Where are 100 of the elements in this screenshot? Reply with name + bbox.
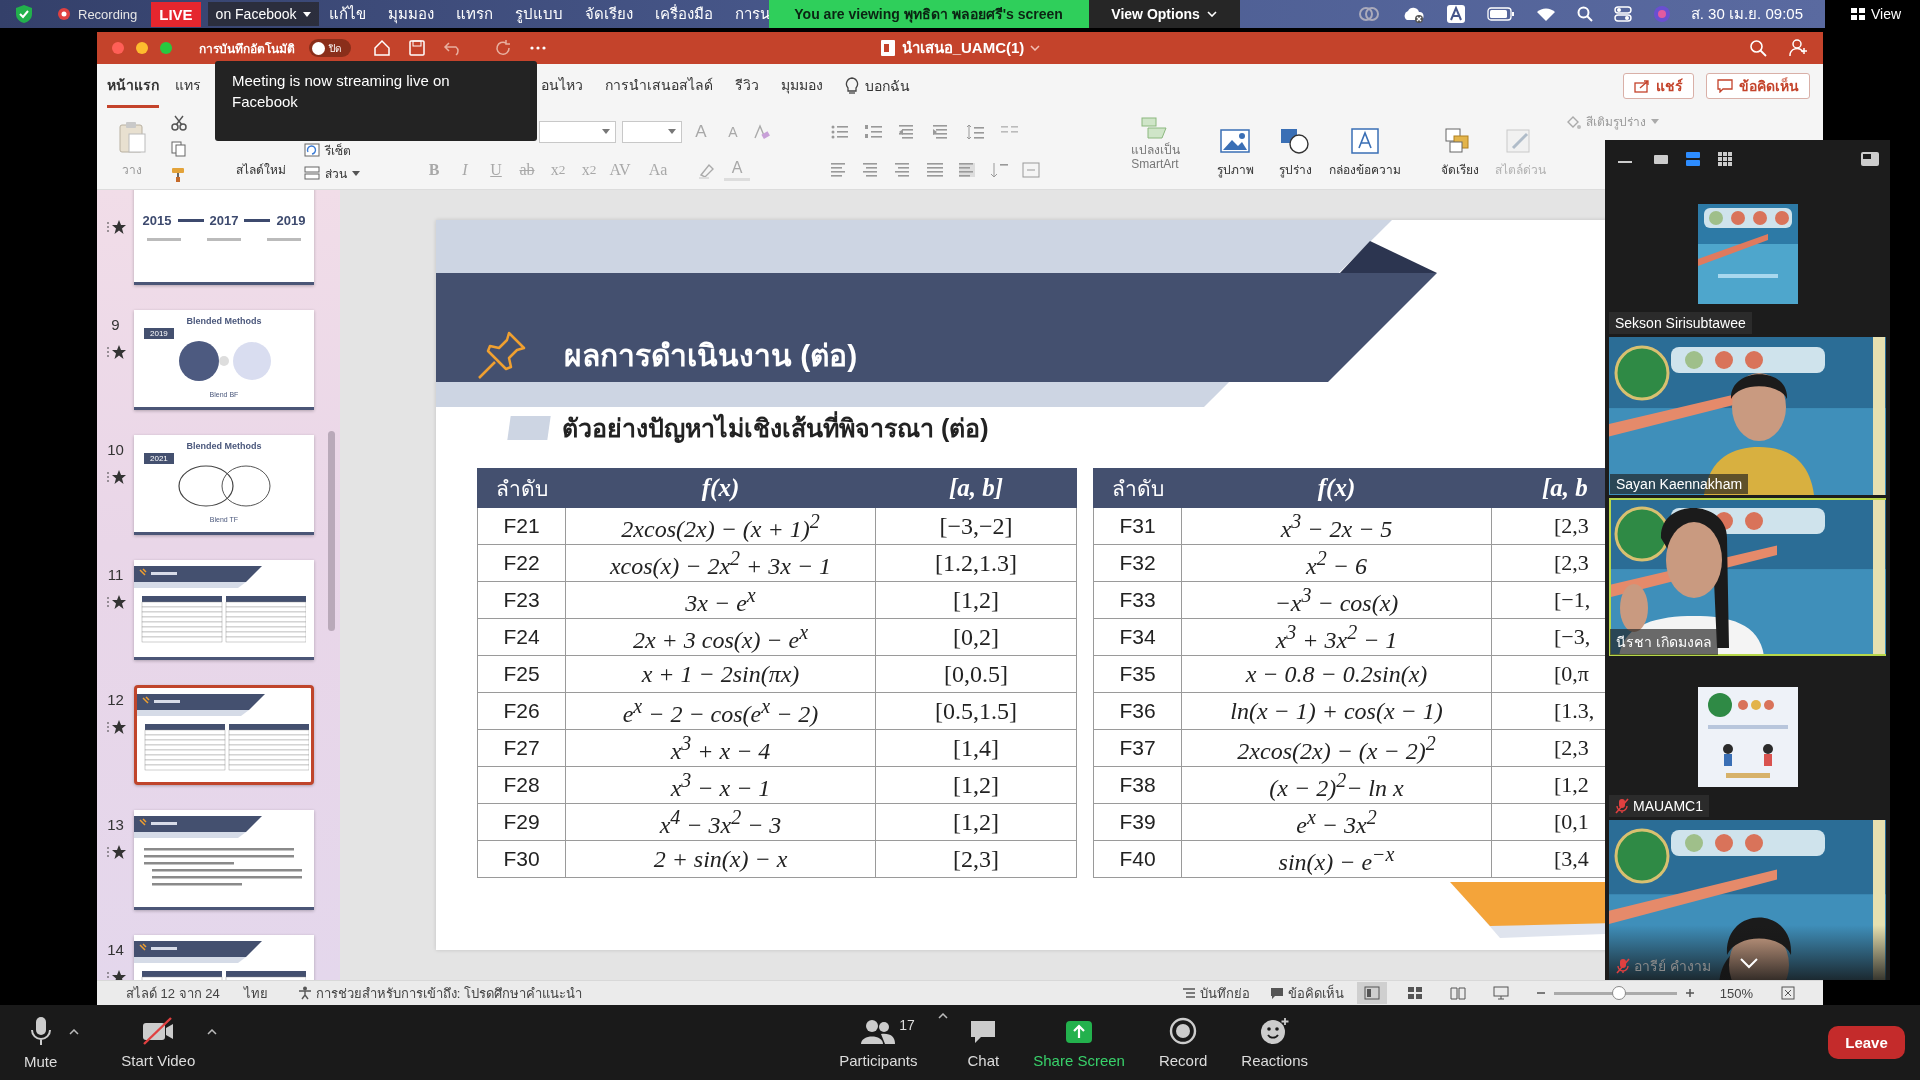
menu-item[interactable]: มุมมอง (387, 2, 434, 26)
share-button[interactable]: แชร์ (1623, 73, 1694, 99)
tell-me-field[interactable]: บอกฉัน (845, 75, 910, 97)
toolbar-button[interactable]: Reactions (1241, 1016, 1308, 1069)
table-cell: (x − 2)$^{2}$− ln x (1181, 766, 1492, 804)
zoom-level[interactable]: 150% (1719, 985, 1753, 1001)
view-options-button[interactable]: View Options (1088, 0, 1240, 28)
document-title[interactable]: นำเสนอ_UAMC(1) (873, 35, 1047, 61)
comments-button[interactable]: ข้อคิดเห็น (1269, 982, 1344, 1004)
camera-off-icon (141, 1016, 176, 1045)
wifi-icon[interactable] (1535, 6, 1556, 22)
column-header: ลำดับ (477, 468, 566, 508)
participant-name: นีรชา เกิดมงคล (1616, 634, 1712, 650)
toolbar-button[interactable]: Share Screen (1033, 1018, 1125, 1069)
battery-icon[interactable] (1486, 7, 1515, 21)
leave-button[interactable]: Leave (1828, 1026, 1905, 1059)
toolbar-button[interactable]: Record (1158, 1016, 1208, 1069)
ribbon-tab[interactable]: การนำเสนอสไลด์ (605, 64, 713, 108)
view-button[interactable] (1356, 982, 1387, 1004)
year-tag: 2019 (144, 328, 174, 339)
table-cell: ln(x − 1) + cos(x − 1) (1181, 692, 1492, 730)
letter-a-icon[interactable] (1445, 4, 1466, 24)
view-button[interactable]: View (1845, 0, 1908, 28)
caret-up-icon[interactable] (69, 1028, 80, 1035)
zoom-button[interactable] (160, 42, 172, 54)
menu-item[interactable]: การน (734, 2, 770, 26)
slide-thumbnail[interactable] (134, 685, 314, 785)
justify-icon[interactable] (926, 160, 946, 179)
copy-icon[interactable] (171, 140, 187, 157)
fit-to-window-icon[interactable] (1781, 986, 1795, 1000)
toolbar-button[interactable]: Chat (967, 1018, 1000, 1069)
caret-up-icon[interactable] (937, 1012, 948, 1019)
scrollbar[interactable] (328, 431, 335, 631)
menu-item[interactable]: จัดเรียง (584, 2, 633, 26)
ribbon-tab[interactable]: อนไหว (541, 64, 583, 108)
share-icon (1634, 79, 1650, 93)
chevron-down-icon[interactable] (1739, 957, 1759, 969)
toolbar-button[interactable]: Start Video (121, 1016, 196, 1069)
table-cell: F22 (477, 544, 566, 582)
autosave-toggle[interactable]: ปิด (309, 39, 351, 57)
window-icon[interactable] (1860, 151, 1880, 167)
overlapping-circles-icon[interactable] (1357, 6, 1380, 22)
redo-icon[interactable] (494, 39, 512, 57)
animation-star-icon (105, 844, 126, 860)
scissors-icon[interactable] (171, 114, 187, 131)
table-cell: x$^{3}$ − x − 1 (565, 766, 876, 804)
slide-thumbnail[interactable] (134, 560, 314, 660)
text-direction-icon[interactable] (990, 160, 1010, 179)
paintbrush-icon[interactable] (171, 166, 187, 183)
zoom-in-icon[interactable] (1684, 988, 1695, 998)
ribbon-tab[interactable]: แทร (175, 64, 201, 108)
toolbar-button[interactable]: Mute (24, 1015, 58, 1070)
column-header: [a, b (1491, 468, 1605, 508)
accessibility-status[interactable]: การช่วยสำหรับการเข้าถึง: โปรดศึกษาคำแนะนำ (315, 982, 582, 1004)
presentation-file-icon (879, 39, 896, 57)
table-cell: [0,0.5] (875, 655, 1077, 693)
line-spacing-icon[interactable] (966, 122, 986, 141)
clock: ส. 30 เม.ย. 09:05 (1690, 4, 1803, 24)
comments-button[interactable]: ข้อคิดเห็น (1706, 73, 1810, 99)
column-header: f(x) (1181, 468, 1492, 508)
toolbar-button[interactable]: Participants 17 (839, 1018, 918, 1069)
menu-item[interactable]: แทรก (455, 2, 493, 26)
distributed-icon[interactable] (958, 160, 978, 179)
notes-button[interactable]: บันทึกย่อ (1181, 982, 1250, 1004)
live-destination-dropdown[interactable]: on Facebook (207, 2, 319, 26)
slide-number: 13 (107, 816, 124, 834)
share-people-icon[interactable] (1789, 38, 1809, 58)
font-size-field[interactable] (622, 120, 682, 143)
menu-item[interactable]: รูปแบบ (514, 2, 563, 26)
stacked-view-icon[interactable] (1685, 151, 1701, 167)
insert-button[interactable]: รูปภาพ (1205, 108, 1265, 189)
font-name-field[interactable] (539, 120, 616, 143)
toggles-icon[interactable] (1613, 6, 1632, 22)
menu-item[interactable]: แก้ไข (328, 2, 366, 26)
section-button[interactable]: ส่วน (304, 163, 360, 183)
insert-button[interactable]: จัดเรียง (1430, 108, 1490, 189)
slide-thumbnail[interactable]: 2015 2017 2019 (134, 190, 314, 285)
insert-button[interactable]: รูปร่าง (1265, 108, 1325, 189)
home-icon[interactable] (373, 39, 391, 57)
reset-button[interactable]: รีเซ็ต (304, 140, 360, 160)
caret-up-icon[interactable] (207, 1028, 218, 1035)
ribbon-tab[interactable]: รีวิว (735, 64, 759, 108)
table-cell: e$^{x}$ − 3x$^{2}$ (1181, 803, 1492, 841)
convert-to-smartart-button[interactable]: แปลงเป็น SmartArt (1120, 108, 1190, 189)
table-cell: 2xcos(2x) − (x + 1)$^{2}$ (565, 507, 876, 545)
clear-format-icon[interactable] (752, 122, 770, 141)
ribbon-tab[interactable]: มุมมอง (781, 64, 823, 108)
insert-button[interactable]: กล่องข้อความ (1325, 108, 1405, 189)
search-icon[interactable] (1749, 39, 1767, 57)
grid-view-icon[interactable] (1717, 151, 1733, 167)
grid-icon (1851, 8, 1865, 20)
slider-thumb[interactable] (1611, 986, 1626, 1000)
search-icon[interactable] (1576, 6, 1593, 22)
language-indicator[interactable]: ไทย (243, 982, 268, 1004)
menu-item[interactable]: เครื่องมือ (654, 2, 713, 26)
numbered-list-icon[interactable] (864, 122, 884, 141)
save-icon[interactable] (408, 39, 426, 57)
year-label: 2017 (209, 213, 239, 228)
slide-thumbnail[interactable] (134, 810, 314, 910)
minimize-button[interactable] (136, 42, 148, 54)
